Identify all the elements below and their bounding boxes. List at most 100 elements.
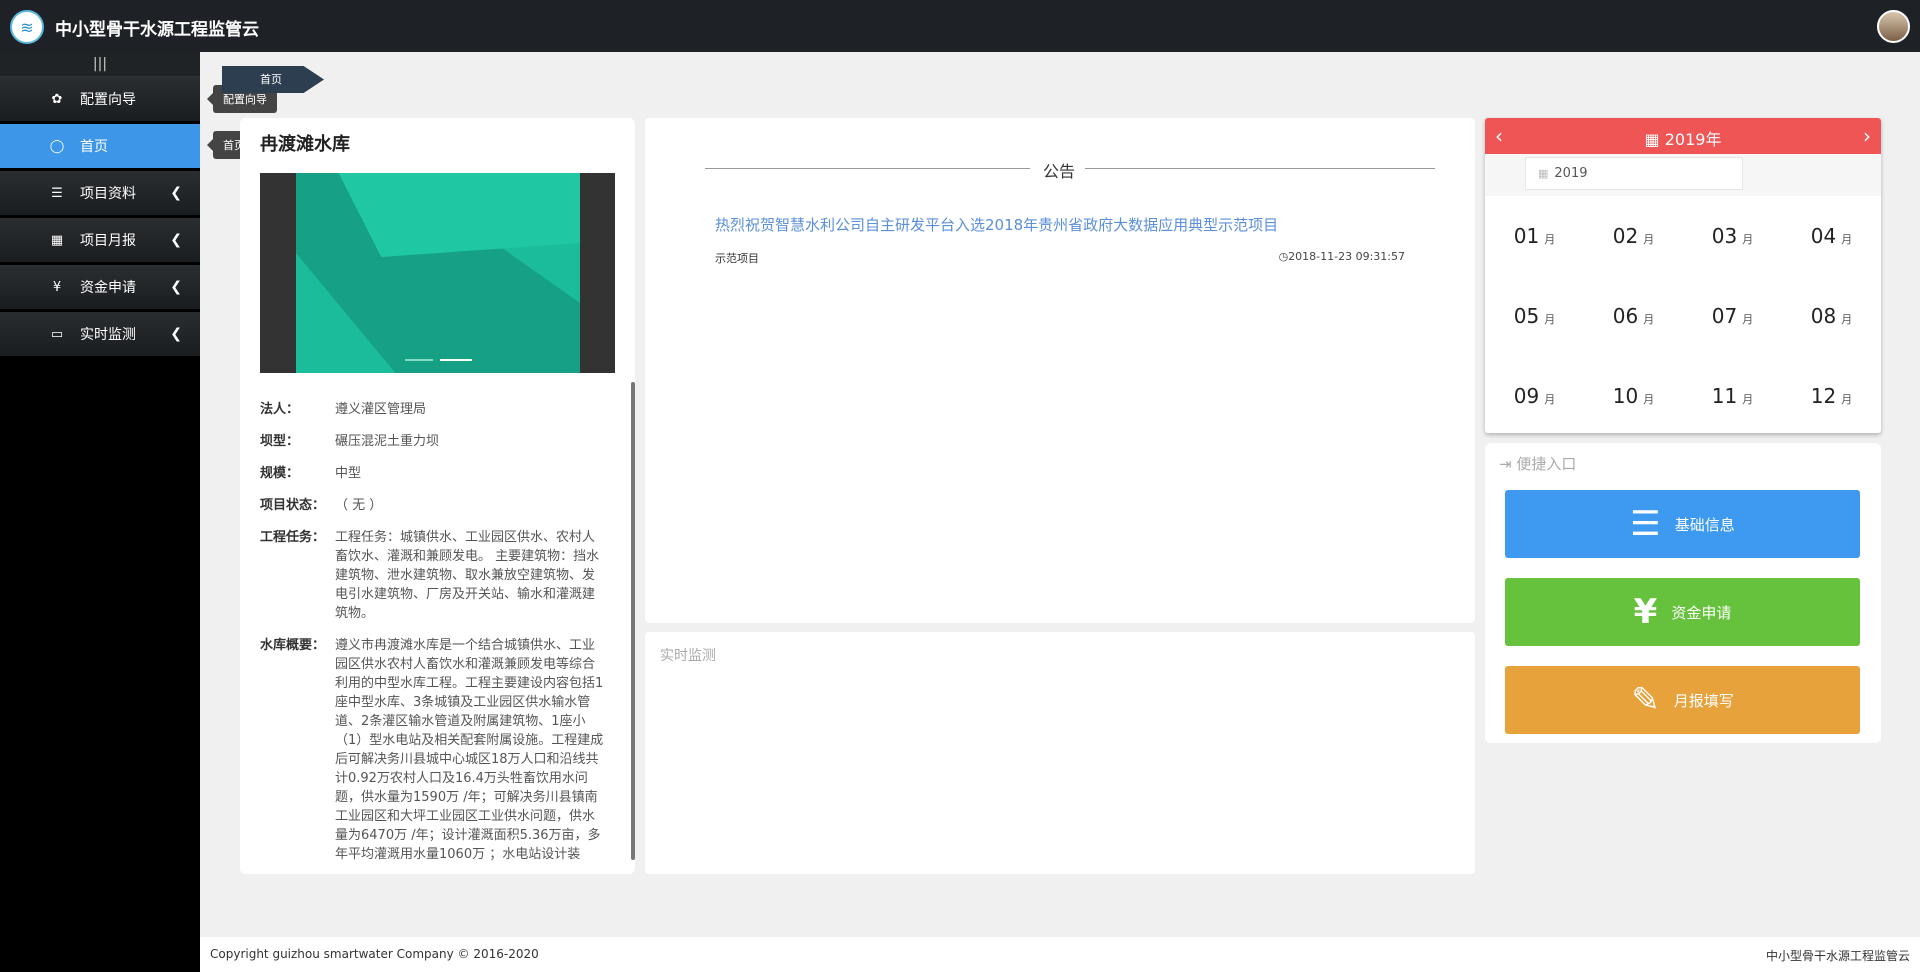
sidebar-item-label: 实时监测 (80, 327, 136, 343)
month-unit: 月 (1742, 233, 1754, 246)
carousel-indicator[interactable] (405, 359, 433, 361)
chevron-right-icon[interactable]: › (1863, 124, 1871, 148)
chevron-left-icon: ❮ (170, 326, 182, 342)
sidebar-item-1[interactable]: ◯ 首页 (0, 124, 200, 169)
calendar-title: ▦ 2019年 (1644, 130, 1722, 149)
month-cell[interactable]: 10 月 (1584, 356, 1683, 436)
month-cell[interactable]: 12 月 (1782, 356, 1881, 436)
circle-icon: ◯ (49, 138, 65, 154)
notice-link[interactable]: 热烈祝贺智慧水利公司自主研发平台入选2018年贵州省政府大数据应用典型示范项目 (715, 214, 1278, 235)
footer-brand: 中小型骨干水源工程监管云 (1765, 949, 1910, 963)
sidebar-item-2[interactable]: ☰ 项目资料 ❮ (0, 171, 200, 216)
month-number: 12 (1810, 384, 1837, 408)
sidebar: ||| ✿ 配置向导 ◯ 首页 ☰ 项目资料 ❮ ▦ 项目月报 ❮ ¥ 资金申请 ❮ ▭ 实时监测 ❮ (0, 52, 200, 972)
notice-tag: 示范项目 (715, 252, 759, 265)
info-row: 工程任务： 工程任务：城镇供水、工业园区供水、农村人畜饮水、灌溉和兼顾发电。 主要… (260, 528, 605, 623)
info-key: 水库概要： (260, 638, 326, 653)
month-unit: 月 (1841, 313, 1853, 326)
top-bar: ≋ 中小型骨干水源工程监管云 (0, 0, 1920, 52)
app-title: 中小型骨干水源工程监管云 (55, 20, 259, 40)
realtime-panel: 实时监测 (645, 632, 1475, 874)
project-card: 冉渡滩水库 法人： 遵义灌区管理局 坝型： 碾压混泥土重力坝 规模： 中型 项目状态： （ 无… (240, 118, 635, 874)
info-key: 规模： (260, 466, 300, 481)
info-value: 遵义市冉渡滩水库是一个结合城镇供水、工业园区供水农村人畜饮水和灌溉兼顾发电等综合… (335, 638, 604, 862)
month-unit: 月 (1841, 393, 1853, 406)
quick-button-label: 资金申请 (1671, 603, 1732, 622)
info-key: 工程任务： (260, 530, 326, 545)
carousel-indicator-active[interactable] (440, 359, 472, 361)
realtime-title: 实时监测 (660, 648, 716, 664)
info-value: （ 无 ） (335, 498, 383, 513)
logo-icon[interactable]: ≋ (10, 10, 44, 44)
sign-in-icon: ⇥ (1499, 455, 1517, 473)
carousel-slide (296, 173, 580, 373)
sidebar-item-label: 首页 (80, 139, 108, 155)
footer: Copyright guizhou smartwater Company © 2… (200, 937, 1920, 972)
yen-icon: ¥ (52, 279, 62, 295)
month-number: 03 (1711, 224, 1738, 248)
calendar-icon: ▦ (1538, 167, 1549, 180)
sidebar-item-0[interactable]: ✿ 配置向导 (0, 77, 200, 122)
user-avatar[interactable] (1877, 10, 1910, 43)
quick-access-title: ⇥ 便捷入口 (1499, 455, 1577, 473)
info-value: 中型 (335, 466, 362, 481)
notice-time: ◷2018-11-23 09:31:57 (1278, 250, 1405, 263)
sidebar-item-label: 资金申请 (80, 280, 136, 296)
project-image-carousel[interactable] (260, 173, 615, 373)
table-icon: ▦ (50, 232, 64, 248)
info-row: 坝型： 碾压混泥土重力坝 (260, 432, 605, 451)
month-unit: 月 (1742, 393, 1754, 406)
laptop-icon: ▭ (50, 326, 64, 342)
month-number: 06 (1612, 304, 1639, 328)
sidebar-item-label: 项目资料 (80, 186, 136, 202)
database-icon: ☰ (1630, 504, 1661, 544)
quick-button-0[interactable]: ☰ 基础信息 (1505, 490, 1860, 558)
breadcrumb-home[interactable]: 首页 (222, 66, 324, 93)
notice-heading-label: 公告 (1043, 162, 1076, 181)
month-number: 05 (1513, 304, 1540, 328)
sidebar-item-3[interactable]: ▦ 项目月报 ❮ (0, 218, 200, 263)
gear-icon: ✿ (51, 91, 63, 107)
sidebar-toggle[interactable]: ||| (0, 52, 200, 77)
month-number: 04 (1810, 224, 1837, 248)
month-cell[interactable]: 02 月 (1584, 196, 1683, 276)
month-cell[interactable]: 09 月 (1485, 356, 1584, 436)
month-number: 10 (1612, 384, 1639, 408)
month-cell[interactable]: 05 月 (1485, 276, 1584, 356)
info-row: 规模： 中型 (260, 464, 605, 483)
chevron-left-icon: ❮ (170, 232, 182, 248)
month-number: 11 (1711, 384, 1738, 408)
quick-button-label: 月报填写 (1673, 691, 1734, 710)
scrollbar[interactable] (631, 382, 635, 860)
month-cell[interactable]: 07 月 (1683, 276, 1782, 356)
month-cell[interactable]: 03 月 (1683, 196, 1782, 276)
month-unit: 月 (1742, 313, 1754, 326)
month-cell[interactable]: 01 月 (1485, 196, 1584, 276)
chevron-left-icon: ❮ (170, 279, 182, 295)
year-input[interactable]: ▦ 2019 (1525, 157, 1743, 190)
month-grid: 01 月 02 月 03 月 04 月 05 月 06 月 07 月 08 月 09 月 10 月 11 月 12 月 (1485, 196, 1881, 436)
month-number: 01 (1513, 224, 1540, 248)
info-key: 法人： (260, 402, 300, 417)
month-unit: 月 (1544, 233, 1556, 246)
copyright: Copyright guizhou smartwater Company © 2… (210, 947, 539, 961)
quick-button-1[interactable]: ¥ 资金申请 (1505, 578, 1860, 646)
sidebar-item-label: 项目月报 (80, 233, 136, 249)
info-value: 遵义灌区管理局 (335, 402, 427, 417)
month-cell[interactable]: 04 月 (1782, 196, 1881, 276)
month-cell[interactable]: 06 月 (1584, 276, 1683, 356)
month-cell[interactable]: 11 月 (1683, 356, 1782, 436)
sidebar-item-5[interactable]: ▭ 实时监测 ❮ (0, 312, 200, 357)
month-unit: 月 (1643, 233, 1655, 246)
notice-panel: 公告 热烈祝贺智慧水利公司自主研发平台入选2018年贵州省政府大数据应用典型示范… (645, 118, 1475, 623)
month-number: 08 (1810, 304, 1837, 328)
project-info-list: 法人： 遵义灌区管理局 坝型： 碾压混泥土重力坝 规模： 中型 项目状态： （ 无 ） 工程任务… (260, 400, 605, 874)
info-value: 工程任务：城镇供水、工业园区供水、农村人畜饮水、灌溉和兼顾发电。 主要建筑物：挡… (335, 530, 600, 621)
sidebar-item-4[interactable]: ¥ 资金申请 ❮ (0, 265, 200, 310)
list-icon: ☰ (51, 185, 63, 201)
month-cell[interactable]: 08 月 (1782, 276, 1881, 356)
quick-button-2[interactable]: ✎ 月报填写 (1505, 666, 1860, 734)
month-number: 02 (1612, 224, 1639, 248)
month-number: 09 (1513, 384, 1540, 408)
month-unit: 月 (1841, 233, 1853, 246)
